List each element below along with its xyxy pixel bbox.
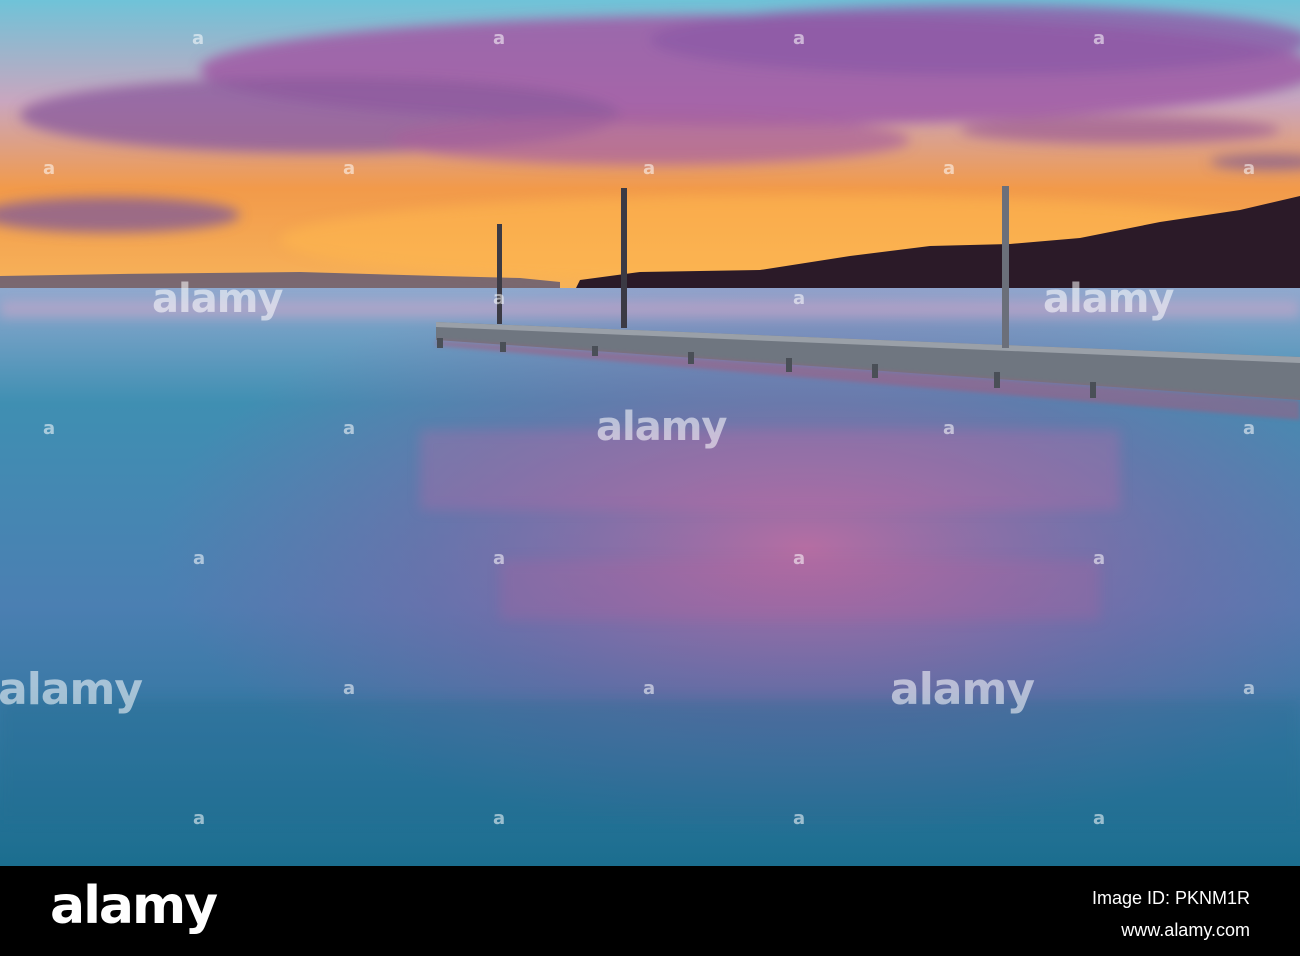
- watermark-mark-icon: a: [793, 288, 806, 309]
- watermark-mark-icon: a: [193, 548, 206, 569]
- watermark-mark-icon: a: [793, 28, 806, 49]
- watermark-mark-icon: a: [343, 158, 356, 179]
- watermark-mark-icon: a: [493, 288, 506, 309]
- site-url-link[interactable]: www.alamy.com: [1121, 920, 1250, 941]
- watermark-mark-icon: a: [192, 28, 205, 49]
- image-id-label: Image ID: PKNM1R: [1091, 888, 1250, 908]
- watermark-logo: alamy: [890, 664, 1035, 715]
- watermark-logo: alamy: [152, 276, 283, 322]
- watermark-mark-icon: a: [643, 678, 656, 699]
- watermark-mark-icon: a: [43, 418, 56, 439]
- watermark-mark-icon: a: [1243, 158, 1256, 179]
- watermark-mark-icon: a: [1093, 548, 1106, 569]
- watermark-mark-icon: a: [343, 678, 356, 699]
- footer-logo[interactable]: alamy: [50, 876, 218, 936]
- watermark-mark-icon: a: [1243, 678, 1256, 699]
- watermark-mark-icon: a: [643, 158, 656, 179]
- watermark-mark-icon: a: [1093, 28, 1106, 49]
- watermark-mark-icon: a: [793, 548, 806, 569]
- watermark-mark-icon: a: [493, 808, 506, 829]
- watermark-mark-icon: a: [193, 808, 206, 829]
- watermark-mark-icon: a: [1243, 418, 1256, 439]
- footer-bar: alamy Image ID: PKNM1R www.alamy.com: [0, 866, 1300, 956]
- watermark-mark-icon: a: [793, 808, 806, 829]
- stock-photo-frame: alamy alamy alamy alamy alamy a a a a a …: [0, 0, 1300, 956]
- watermark-mark-icon: a: [343, 418, 356, 439]
- watermark-mark-icon: a: [943, 158, 956, 179]
- watermark-mark-icon: a: [43, 158, 56, 179]
- watermark-mark-icon: a: [943, 418, 956, 439]
- watermark-mark-icon: a: [493, 548, 506, 569]
- watermark-mark-icon: a: [493, 28, 506, 49]
- watermark-mark-icon: a: [1093, 808, 1106, 829]
- watermark-logo: alamy: [0, 664, 143, 715]
- watermark-logo: alamy: [596, 404, 727, 450]
- watermark-logo: alamy: [1043, 276, 1174, 322]
